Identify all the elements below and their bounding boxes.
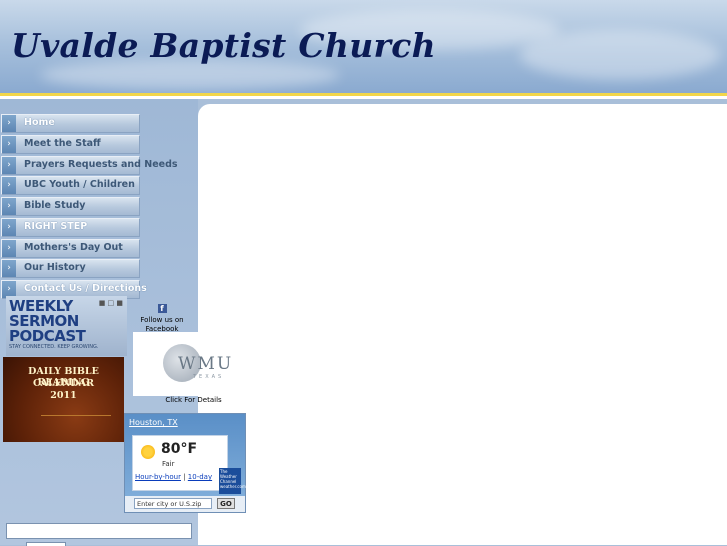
sidebar-search-button[interactable] — [26, 542, 66, 546]
sidebar-nav: › Home › Meet the Staff › Prayers Reques… — [1, 114, 178, 301]
nav-item-label: Mothers's Day Out — [24, 241, 123, 253]
nav-item-home[interactable]: › Home — [1, 114, 140, 133]
sidebar-search-input[interactable] — [6, 523, 192, 539]
header-banner: Uvalde Baptist Church — [0, 0, 727, 97]
nav-item-bible-study[interactable]: › Bible Study — [1, 197, 140, 216]
weather-card: 80°F Fair Hour-by-hour | 10-day — [132, 435, 228, 491]
weather-links: Hour-by-hour | 10-day — [135, 473, 212, 481]
cloud-decoration — [520, 30, 720, 80]
chevron-right-icon: › — [2, 260, 16, 278]
nav-item-label: Home — [24, 117, 55, 128]
nav-item-our-history[interactable]: › Our History — [1, 259, 140, 279]
nav-item-label: Our History — [24, 262, 86, 274]
nav-item-right-step[interactable]: › RIGHT STEP — [1, 217, 140, 237]
nav-item-label: Bible Study — [24, 200, 86, 211]
wmu-caption[interactable]: Click For Details — [133, 396, 254, 404]
chevron-right-icon: › — [2, 177, 16, 195]
chevron-right-icon: › — [2, 239, 16, 257]
calendar-line-3: 2011 — [50, 390, 77, 401]
wmu-texas-logo[interactable]: WMU TEXAS — [133, 332, 254, 396]
nav-item-label: Meet the Staff — [24, 137, 101, 149]
nav-item-label: RIGHT STEP — [24, 220, 88, 232]
bible-book-image — [41, 415, 111, 440]
main-content — [198, 104, 727, 545]
calendar-line-2: CALENDAR — [32, 378, 95, 389]
chevron-right-icon: › — [2, 115, 16, 132]
nav-item-prayer-requests[interactable]: › Prayers Requests and Needs — [1, 155, 178, 175]
facebook-icon: f — [157, 304, 167, 313]
facebook-link[interactable]: f Follow us on Facebook — [137, 296, 187, 334]
chevron-right-icon: › — [2, 135, 16, 153]
weather-go-button[interactable]: GO — [217, 498, 235, 509]
weather-city-link[interactable]: Houston, TX — [129, 418, 178, 427]
weather-channel-logo[interactable]: The Weather Channel weather.com — [219, 468, 246, 494]
wmu-subtitle: TEXAS — [193, 374, 225, 380]
chevron-right-icon: › — [2, 156, 16, 174]
bible-reading-calendar-banner[interactable]: DAILY BIBLE READING CALENDAR 2011 — [3, 357, 124, 442]
chevron-right-icon: › — [2, 218, 16, 236]
link-separator: | — [183, 473, 186, 481]
ten-day-link[interactable]: 10-day — [188, 473, 212, 481]
wmu-letters: WMU — [178, 354, 234, 374]
weather-zip-input[interactable]: Enter city or U.S.zip — [134, 498, 212, 509]
site-title: Uvalde Baptist Church — [11, 26, 436, 65]
weekly-sermon-podcast-banner[interactable]: ■ □ ■ WEEKLY SERMON PODCAST STAY CONNECT… — [6, 296, 127, 356]
nav-item-meet-the-staff[interactable]: › Meet the Staff — [1, 134, 140, 154]
sun-icon — [141, 445, 155, 459]
weather-widget: Houston, TX 80°F Fair Hour-by-hour | 10-… — [124, 413, 246, 513]
chevron-right-icon: › — [2, 198, 16, 215]
weather-condition: Fair — [162, 460, 175, 468]
nav-item-mothers-day-out[interactable]: › Mothers's Day Out — [1, 238, 140, 258]
nav-item-label: Prayers Requests and Needs — [24, 158, 178, 170]
podcast-line-3: PODCAST — [9, 327, 86, 345]
podcast-feed-icons: ■ □ ■ — [98, 299, 123, 307]
podcast-tagline: STAY CONNECTED. KEEP GROWING. — [9, 344, 99, 350]
weather-temperature: 80°F — [161, 441, 198, 457]
nav-item-label: Contact Us / Directions — [24, 283, 147, 294]
nav-item-youth-children[interactable]: › UBC Youth / Children — [1, 176, 140, 196]
nav-item-label: UBC Youth / Children — [24, 179, 135, 191]
hour-by-hour-link[interactable]: Hour-by-hour — [135, 473, 181, 481]
